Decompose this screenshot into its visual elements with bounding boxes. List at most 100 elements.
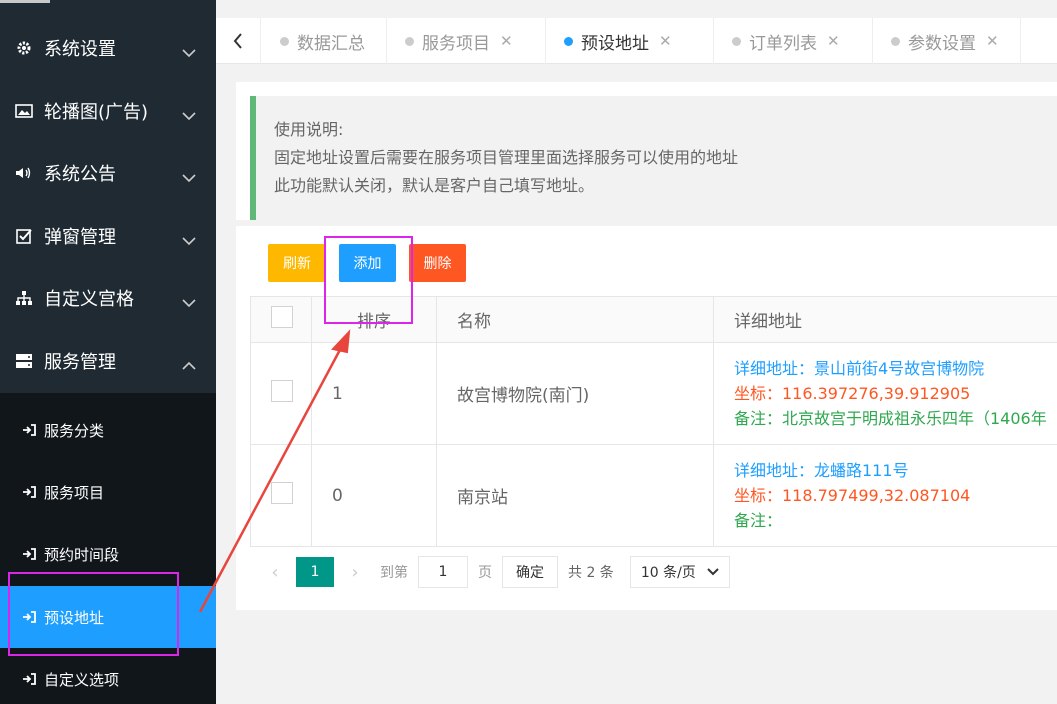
goto-label: 到第 (380, 565, 408, 581)
gear-icon (14, 40, 34, 56)
table-row[interactable]: 1 故宫博物院(南门) 详细地址：景山前街4号故宫博物院 坐标：116.3972… (250, 342, 1057, 445)
row-select-cell (250, 444, 312, 547)
close-icon[interactable]: ✕ (500, 32, 513, 50)
chevron-left-icon (233, 33, 242, 49)
tab-parameter-settings[interactable]: 参数设置 ✕ (873, 18, 1021, 64)
tab-scroll-left-button[interactable] (216, 18, 261, 64)
tab-service-project[interactable]: 服务项目 ✕ (387, 18, 546, 64)
usage-notice: 使用说明: 固定地址设置后需要在服务项目管理里面选择服务可以使用的地址 此功能默… (236, 82, 1057, 220)
table-row[interactable]: 0 南京站 详细地址：龙蟠路111号 坐标：118.797499,32.0871… (250, 444, 1057, 547)
tab-data-summary[interactable]: 数据汇总 (262, 18, 387, 64)
address-cell: 详细地址：龙蟠路111号 坐标：118.797499,32.087104 备注： (713, 444, 1057, 547)
logo (0, 0, 50, 3)
note-line: 备注： (734, 511, 783, 530)
page-unit-label: 页 (478, 565, 492, 581)
tab-preset-address[interactable]: 预设地址 ✕ (546, 18, 714, 64)
annotation-highlight-add (324, 236, 413, 324)
tab-label: 参数设置 (908, 33, 976, 54)
refresh-button[interactable]: 刷新 (268, 244, 326, 282)
speaker-icon (14, 166, 34, 180)
server-icon (14, 353, 34, 369)
column-header-address[interactable]: 详细地址 (713, 296, 1057, 343)
sidebar-item-label: 服务管理 (44, 352, 116, 373)
tab-dot-icon (564, 36, 573, 46)
notice-line: 固定地址设置后需要在服务项目管理里面选择服务可以使用的地址 (274, 148, 739, 167)
page-size-value: 10 条/页 (640, 565, 696, 581)
total-count: 共 2 条 (568, 565, 614, 581)
sidebar-item-label: 预约时间段 (44, 545, 120, 564)
next-page-icon[interactable]: › (340, 562, 370, 583)
sidebar-item-service-management[interactable]: 服务管理 (0, 330, 216, 392)
close-icon[interactable]: ✕ (659, 32, 672, 50)
name-cell: 故宫博物院(南门) (436, 342, 714, 445)
column-header-name[interactable]: 名称 (436, 296, 714, 343)
tab-bar: 数据汇总 服务项目 ✕ 预设地址 ✕ 订单列表 ✕ 参数设置 ✕ (216, 18, 1057, 64)
tab-label: 预设地址 (581, 33, 649, 54)
tab-label: 数据汇总 (297, 33, 365, 54)
sidebar-item-label: 弹窗管理 (44, 227, 116, 248)
sign-in-icon (22, 424, 36, 436)
tab-dot-icon (891, 36, 900, 46)
tab-dot-icon (405, 36, 414, 46)
tab-order-list[interactable]: 订单列表 ✕ (714, 18, 873, 64)
sign-in-icon (22, 548, 36, 560)
sidebar-item-label: 系统设置 (44, 39, 116, 60)
delete-button[interactable]: 删除 (409, 244, 466, 282)
sidebar-item-custom-options[interactable]: 自定义选项 (0, 648, 216, 704)
notice-line: 此功能默认关闭，默认是客户自己填写地址。 (274, 176, 595, 195)
chevron-down-icon (182, 42, 196, 63)
close-icon[interactable]: ✕ (827, 32, 840, 50)
chevron-down-icon (182, 105, 196, 126)
page-number-current[interactable]: 1 (296, 557, 334, 587)
close-icon[interactable]: ✕ (986, 32, 999, 50)
row-checkbox[interactable] (271, 380, 293, 402)
sign-in-icon (22, 486, 36, 498)
name-cell: 南京站 (436, 444, 714, 547)
chevron-down-icon (707, 568, 719, 576)
annotation-highlight-preset-address (8, 572, 179, 656)
select-all-checkbox[interactable] (271, 306, 293, 328)
check-square-icon (14, 228, 34, 244)
sidebar-item-label: 服务分类 (44, 421, 105, 440)
sidebar-item-popup[interactable]: 弹窗管理 (0, 205, 216, 267)
row-checkbox[interactable] (271, 482, 293, 504)
address-line: 详细地址：景山前街4号故宫博物院 (734, 359, 985, 378)
sort-cell: 1 (311, 342, 437, 445)
page-size-select[interactable]: 10 条/页 (629, 556, 730, 588)
sidebar-item-service-project[interactable]: 服务项目 (0, 461, 216, 523)
address-line: 详细地址：龙蟠路111号 (734, 461, 909, 480)
goto-page-input[interactable]: 1 (418, 556, 468, 588)
coords-line: 坐标：118.797499,32.087104 (734, 486, 971, 505)
row-select-cell (250, 342, 312, 445)
select-all-cell (250, 296, 312, 343)
tab-label: 订单列表 (749, 33, 817, 54)
address-table: 排序 名称 详细地址 1 故宫博物院(南门) 详细地址：景山前街4号故宫博物院 … (250, 296, 1057, 547)
chevron-down-icon (182, 292, 196, 313)
coords-line: 坐标：116.397276,39.912905 (734, 384, 971, 403)
sidebar-item-label: 自定义宫格 (44, 289, 134, 310)
sort-cell: 0 (311, 444, 437, 547)
service-submenu: 服务分类 服务项目 预约时间段 预设地址 自定义选项 (0, 393, 216, 704)
image-icon (14, 104, 34, 118)
sidebar-item-label: 服务项目 (44, 483, 105, 502)
notice-box: 使用说明: 固定地址设置后需要在服务项目管理里面选择服务可以使用的地址 此功能默… (250, 96, 1057, 220)
sidebar-item-system-settings[interactable]: 系统设置 (0, 17, 216, 79)
sidebar-item-label: 系统公告 (44, 164, 116, 185)
chevron-up-icon (182, 355, 196, 376)
sidebar-item-custom-grid[interactable]: 自定义宫格 (0, 267, 216, 329)
prev-page-icon[interactable]: ‹ (260, 562, 290, 583)
chevron-down-icon (182, 167, 196, 188)
sidebar-item-announcement[interactable]: 系统公告 (0, 142, 216, 204)
address-cell: 详细地址：景山前街4号故宫博物院 坐标：116.397276,39.912905… (713, 342, 1057, 445)
notice-title: 使用说明: (274, 120, 344, 139)
sign-in-icon (22, 673, 36, 685)
tab-dot-icon (280, 36, 289, 46)
sidebar-item-banner[interactable]: 轮播图(广告) (0, 80, 216, 142)
sidebar-item-label: 轮播图(广告) (44, 102, 149, 123)
pagination: ‹ 1 › 到第 1 页 确定 共 2 条 10 条/页 (250, 544, 1057, 600)
sitemap-icon (14, 290, 34, 306)
tab-dot-icon (732, 36, 741, 46)
sidebar-item-service-category[interactable]: 服务分类 (0, 399, 216, 461)
tab-label: 服务项目 (422, 33, 490, 54)
goto-confirm-button[interactable]: 确定 (502, 556, 558, 588)
